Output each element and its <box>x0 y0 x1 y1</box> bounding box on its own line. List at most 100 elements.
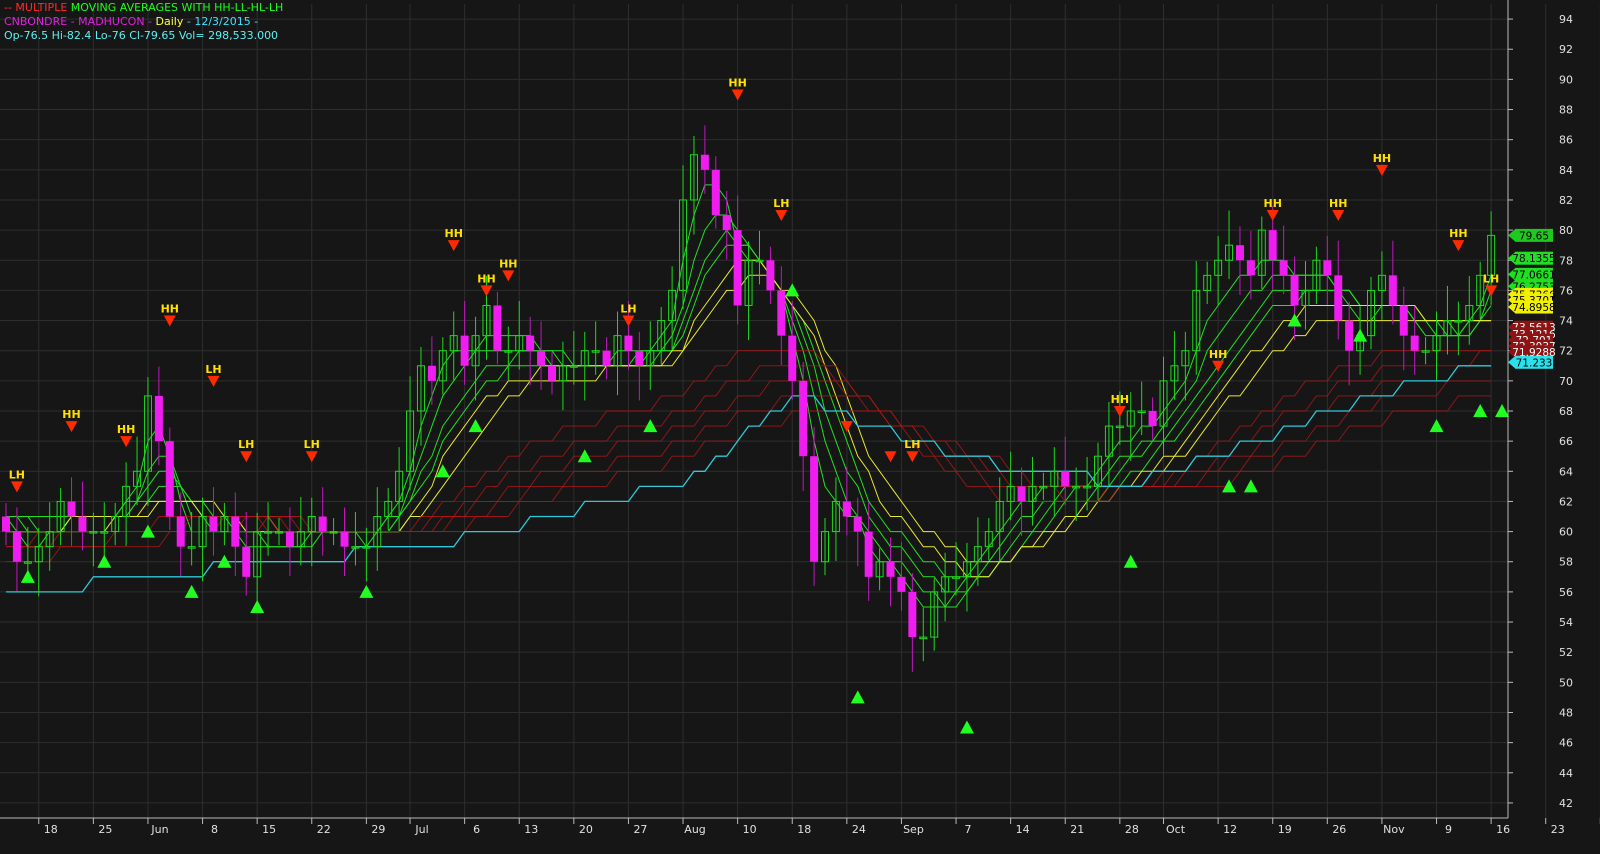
x-tick-label: 21 <box>1070 823 1084 836</box>
pivot-label: HH <box>477 272 495 285</box>
x-tick-label: 20 <box>579 823 593 836</box>
candle-body <box>624 335 633 351</box>
pivot-label: HH <box>728 76 746 89</box>
y-tick-label: 66 <box>1559 435 1573 448</box>
candle-body <box>2 516 10 532</box>
pivot-label: LH <box>238 438 254 451</box>
header-segment: Daily <box>155 15 184 28</box>
candle-body <box>722 215 731 231</box>
y-tick-label: 46 <box>1559 737 1573 750</box>
header-segment: CNBONDRE - MADHUCON - <box>4 15 156 28</box>
x-tick-label: 18 <box>44 823 58 836</box>
y-tick-label: 74 <box>1559 315 1573 328</box>
candle-body <box>700 154 709 170</box>
pivot-label: LH <box>1483 272 1499 285</box>
x-tick-label: 27 <box>633 823 647 836</box>
pivot-label: HH <box>1373 152 1391 165</box>
y-tick-label: 72 <box>1559 345 1573 358</box>
y-tick-label: 68 <box>1559 405 1573 418</box>
y-tick-label: 88 <box>1559 104 1573 117</box>
candle-body <box>1334 275 1343 321</box>
pivot-label: HH <box>1329 197 1347 210</box>
x-tick-label: 16 <box>1496 823 1510 836</box>
candle-body <box>1235 245 1244 261</box>
pivot-label: HH <box>117 423 135 436</box>
y-tick-label: 76 <box>1559 284 1573 297</box>
y-tick-label: 70 <box>1559 375 1573 388</box>
pivot-label: HH <box>445 227 463 240</box>
header-segment: -- MULTIPLE <box>4 1 68 14</box>
value-label-text: 71.233 <box>1516 357 1553 369</box>
x-tick-label: Oct <box>1166 823 1186 836</box>
candle-body <box>1279 260 1288 276</box>
x-tick-label: 6 <box>473 823 480 836</box>
x-tick-label: 15 <box>262 823 276 836</box>
x-tick-label: 18 <box>797 823 811 836</box>
pivot-label: LH <box>904 438 920 451</box>
y-tick-label: 86 <box>1559 134 1573 147</box>
y-tick-label: 80 <box>1559 224 1573 237</box>
x-tick-label: 22 <box>317 823 331 836</box>
candle-body <box>493 305 502 351</box>
pivot-label: HH <box>161 303 179 316</box>
candle-body <box>154 395 163 442</box>
candle-body <box>1290 275 1299 306</box>
y-tick-label: 82 <box>1559 194 1573 207</box>
x-tick-label: 28 <box>1125 823 1139 836</box>
x-tick-label: 26 <box>1332 823 1346 836</box>
pivot-label: LH <box>620 303 636 316</box>
candle-body <box>12 531 21 562</box>
y-tick-label: 44 <box>1559 767 1573 780</box>
y-tick-label: 84 <box>1559 164 1573 177</box>
value-label-text: 78.1355 <box>1512 253 1555 265</box>
candle-body <box>635 350 644 366</box>
candle-body <box>799 380 808 457</box>
header-segment: Op-76.5 Hi-82.4 Lo-76 Cl-79.65 Vol= 298,… <box>4 29 279 42</box>
candle-body <box>427 365 436 381</box>
chart-title-line: -- MULTIPLE MOVING AVERAGES WITH HH-LL-H… <box>4 1 283 15</box>
x-tick-label: Aug <box>684 823 705 836</box>
pivot-label: LH <box>304 438 320 451</box>
candle-body <box>842 501 851 517</box>
y-tick-label: 64 <box>1559 465 1573 478</box>
x-tick-label: 8 <box>211 823 218 836</box>
candle-body <box>537 350 546 366</box>
candle-body <box>460 335 469 366</box>
pivot-label: LH <box>205 363 221 376</box>
x-tick-label: 14 <box>1016 823 1030 836</box>
y-tick-label: 52 <box>1559 646 1573 659</box>
candle-body <box>853 516 862 532</box>
value-label-text: 79.65 <box>1519 230 1549 242</box>
y-tick-label: 94 <box>1559 13 1573 26</box>
candle-body <box>1399 305 1408 336</box>
candle-body <box>908 591 917 638</box>
x-tick-label: 7 <box>965 823 972 836</box>
candle-body <box>1061 471 1070 487</box>
candle-body <box>864 531 873 577</box>
candle-body <box>1148 411 1157 427</box>
y-tick-label: 60 <box>1559 526 1573 539</box>
candle-body <box>548 365 556 381</box>
y-tick-label: 62 <box>1559 495 1573 508</box>
candle-body <box>810 456 819 562</box>
candle-body <box>1246 260 1255 276</box>
candle-body <box>602 350 611 366</box>
candle-body <box>733 230 742 306</box>
pivot-label: LH <box>9 468 25 481</box>
candle-body <box>1345 320 1354 351</box>
candle-body <box>777 290 786 336</box>
ohlc-line: Op-76.5 Hi-82.4 Lo-76 Cl-79.65 Vol= 298,… <box>4 29 278 43</box>
symbol-line: CNBONDRE - MADHUCON - Daily - 12/3/2015 … <box>4 15 258 29</box>
header-segment: MOVING AVERAGES WITH HH-LL-HL-LH <box>67 1 284 14</box>
x-tick-label: 9 <box>1445 823 1452 836</box>
y-tick-label: 90 <box>1559 73 1573 86</box>
candle-body <box>1388 275 1397 306</box>
candle-body <box>209 516 218 532</box>
pivot-label: HH <box>1264 197 1282 210</box>
candle-body <box>897 576 906 592</box>
x-tick-label: 13 <box>524 823 538 836</box>
candle-body <box>285 531 294 547</box>
candle-body <box>711 169 720 216</box>
pivot-label: HH <box>1209 348 1227 361</box>
x-tick-label: 10 <box>743 823 757 836</box>
